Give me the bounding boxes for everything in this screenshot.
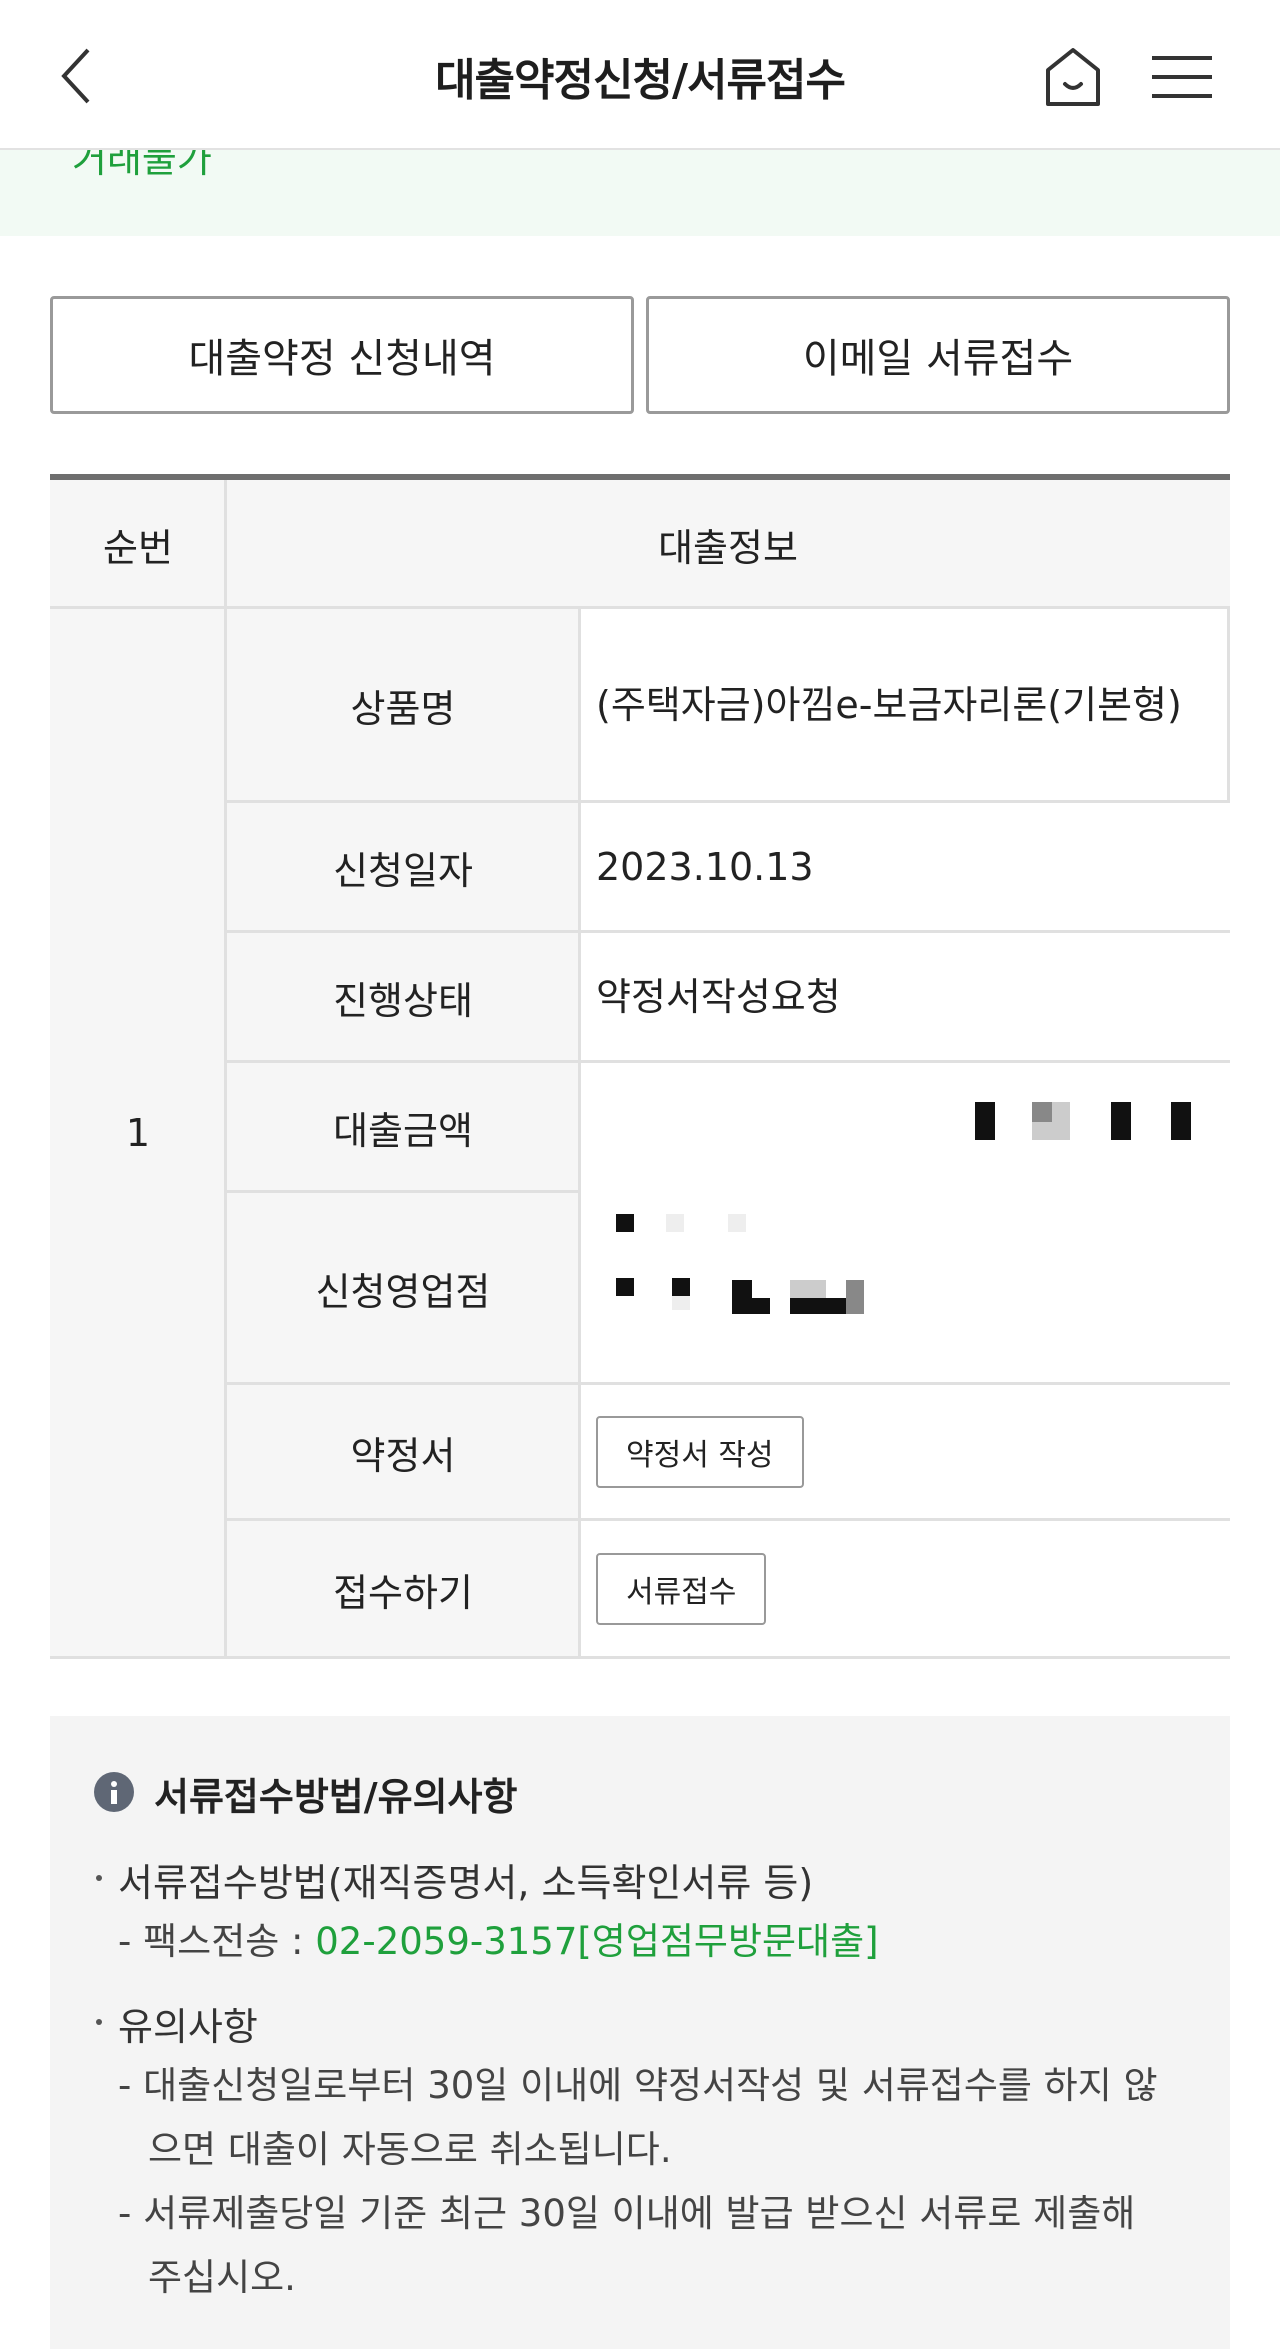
app-header: 대출약정신청/서류접수 — [0, 0, 1280, 150]
caution-item-2: - 서류제출당일 기준 최근 30일 이내에 발급 받으신 서류로 제출해 — [118, 2192, 1136, 2235]
redacted-amount — [1052, 1102, 1070, 1122]
submit-docs-button[interactable]: 서류접수 — [596, 1553, 767, 1625]
redacted-branch — [616, 1278, 634, 1296]
redacted-branch — [790, 1298, 846, 1314]
status-label-cell: 진행상태 — [226, 932, 580, 1062]
redacted-branch — [672, 1296, 690, 1310]
redacted-branch — [672, 1278, 690, 1296]
header-seq: 순번 — [50, 480, 226, 608]
hamburger-menu-icon — [1152, 56, 1212, 98]
amount-label: 대출금액 — [333, 1108, 473, 1153]
date-value: 2023.10.13 — [596, 845, 814, 889]
fax-line: - 팩스전송 : 02-2059-3157[영업점무방문대출] — [118, 1910, 879, 1974]
branch-label: 신청영업점 — [315, 1269, 491, 1314]
header-info-label: 대출정보 — [658, 525, 798, 570]
caution-item-1-cont: 으면 대출이 자동으로 취소됩니다. — [148, 2128, 672, 2171]
clipped-status-text: 거래불가 — [72, 150, 212, 181]
caution-heading: 유의사항 — [118, 2005, 258, 2049]
grid-line — [224, 480, 227, 1658]
redacted-amount — [975, 1102, 995, 1140]
grid-line — [226, 800, 1230, 803]
write-contract-button[interactable]: 약정서 작성 — [596, 1416, 804, 1488]
redacted-branch — [666, 1214, 684, 1232]
date-label: 신청일자 — [333, 848, 473, 893]
home-icon — [1046, 48, 1100, 106]
notice-title: 서류접수방법/유의사항 — [154, 1775, 518, 1819]
date-value-cell: 2023.10.13 — [580, 802, 1230, 932]
header-info: 대출정보 — [226, 480, 1230, 608]
product-label-cell: 상품명 — [226, 608, 580, 802]
loan-info-table: 순번 대출정보 1 상품명 신청일자 진행상태 대출금액 신청영업점 약정서 접… — [50, 474, 1230, 1659]
product-label: 상품명 — [350, 686, 456, 731]
grid-line — [226, 1518, 1230, 1521]
grid-line — [50, 1656, 1230, 1659]
submit-value-cell: 서류접수 — [580, 1520, 1230, 1658]
row-number: 1 — [125, 1111, 151, 1155]
date-label-cell: 신청일자 — [226, 802, 580, 932]
bullet-dot — [96, 2019, 102, 2025]
redacted-branch — [728, 1214, 746, 1232]
submit-label: 접수하기 — [333, 1570, 473, 1615]
email-docs-button[interactable]: 이메일 서류접수 — [646, 296, 1230, 414]
grid-line — [578, 608, 581, 1658]
status-strip: 거래불가 — [0, 150, 1280, 236]
redacted-value-cell — [580, 1062, 1230, 1384]
redacted-amount — [1032, 1122, 1070, 1140]
home-button[interactable] — [1040, 44, 1106, 110]
status-label: 진행상태 — [333, 978, 473, 1023]
grid-line — [226, 1060, 1230, 1063]
redacted-amount — [1032, 1102, 1052, 1122]
fax-number: 02-2059-3157[영업점무방문대출] — [315, 1920, 879, 1963]
grid-line — [1227, 608, 1230, 802]
header-seq-label: 순번 — [103, 525, 173, 570]
row-number-cell: 1 — [50, 608, 226, 1658]
status-value-cell: 약정서작성요청 — [580, 932, 1230, 1062]
caution-item-2-cont: 주십시오. — [148, 2256, 296, 2299]
branch-label-cell: 신청영업점 — [226, 1192, 580, 1384]
menu-button[interactable] — [1150, 52, 1214, 102]
redacted-branch — [790, 1280, 826, 1298]
redacted-branch — [616, 1214, 634, 1232]
apply-history-button[interactable]: 대출약정 신청내역 — [50, 296, 634, 414]
redacted-amount — [1171, 1102, 1191, 1140]
grid-line — [226, 930, 1230, 933]
contract-value-cell: 약정서 작성 — [580, 1384, 1230, 1520]
product-value-cell: (주택자금)아낌e-보금자리론(기본형) — [580, 608, 1230, 802]
amount-label-cell: 대출금액 — [226, 1062, 580, 1192]
contract-label: 약정서 — [350, 1433, 456, 1478]
status-value: 약정서작성요청 — [596, 975, 841, 1019]
fax-label: - 팩스전송 : — [118, 1920, 316, 1963]
redacted-branch — [752, 1298, 770, 1314]
product-value: (주택자금)아낌e-보금자리론(기본형) — [596, 683, 1182, 727]
bullet-dot — [96, 1875, 102, 1881]
submit-label-cell: 접수하기 — [226, 1520, 580, 1658]
caution-item-1: - 대출신청일로부터 30일 이내에 약정서작성 및 서류접수를 하지 않 — [118, 2064, 1158, 2107]
contract-label-cell: 약정서 — [226, 1384, 580, 1520]
info-icon — [94, 1772, 134, 1812]
grid-line — [226, 1190, 580, 1193]
redacted-branch — [846, 1280, 864, 1314]
method-heading: 서류접수방법(재직증명서, 소득확인서류 등) — [118, 1861, 814, 1905]
grid-line — [50, 606, 1230, 609]
redacted-branch — [732, 1280, 752, 1314]
grid-line — [226, 1382, 1230, 1385]
redacted-amount — [1111, 1102, 1131, 1140]
